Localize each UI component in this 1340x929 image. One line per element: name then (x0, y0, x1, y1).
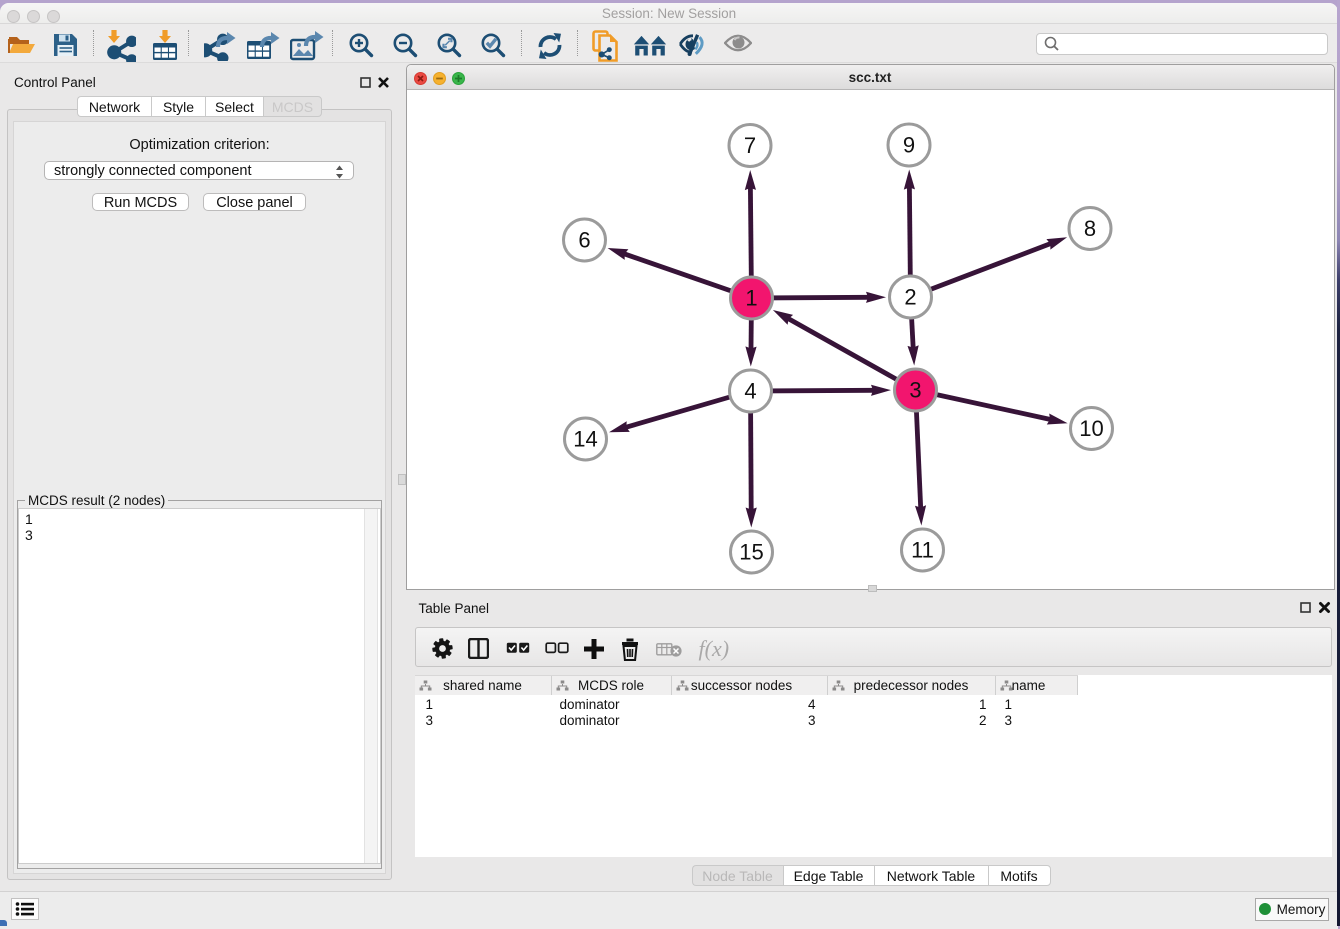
svg-text:11: 11 (911, 538, 934, 563)
svg-text:9: 9 (902, 133, 914, 158)
svg-text:3: 3 (909, 378, 921, 403)
svg-text:10: 10 (1079, 416, 1103, 441)
svg-text:6: 6 (578, 228, 590, 253)
svg-text:4: 4 (744, 379, 756, 404)
svg-text:8: 8 (1083, 216, 1095, 241)
svg-text:2: 2 (904, 285, 916, 310)
svg-text:7: 7 (743, 133, 755, 158)
svg-text:15: 15 (739, 540, 763, 565)
svg-text:1: 1 (745, 286, 757, 311)
svg-text:14: 14 (573, 427, 597, 452)
